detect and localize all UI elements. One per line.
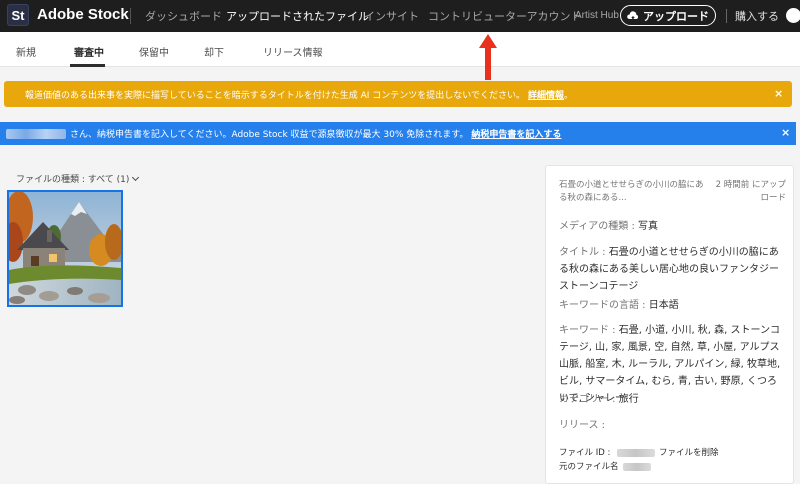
- adobe-stock-logo[interactable]: St: [7, 4, 29, 26]
- close-warning-icon[interactable]: ×: [774, 87, 783, 100]
- file-title-truncated: 石畳の小道とせせらぎの小川の脇にある秋の森にある...: [559, 180, 704, 203]
- tax-text: さん、納税申告書を記入してください。Adobe Stock 収益で源泉徴収が最大…: [70, 130, 469, 140]
- annotation-arrow-icon: [479, 34, 497, 80]
- brand-name[interactable]: Adobe Stock: [37, 6, 129, 23]
- release-field: リリース :: [559, 417, 785, 434]
- upload-timestamp: 2 時間前 にアップロード: [715, 180, 786, 203]
- upload-button[interactable]: アップロード: [620, 5, 716, 26]
- cottage-photo-image: [9, 192, 121, 305]
- original-filename-label: 元のファイル名: [559, 462, 619, 472]
- upload-button-label: アップロード: [643, 9, 709, 23]
- category-value: 旅行: [618, 394, 639, 405]
- file-thumbnail-selected[interactable]: [7, 190, 123, 307]
- nav-uploaded-files[interactable]: アップロードされたファイル: [226, 8, 369, 24]
- keywords-label: キーワード :: [559, 325, 619, 336]
- file-id-field: ファイル ID : ファイルを削除: [559, 447, 785, 460]
- delete-file-link[interactable]: ファイルを削除: [659, 448, 719, 458]
- redacted-file-id: [617, 448, 656, 457]
- media-type-value: 写真: [638, 221, 659, 232]
- media-type-field: メディアの種類 : 写真: [559, 218, 785, 235]
- file-id-label: ファイル ID :: [559, 448, 614, 458]
- tab-on-hold[interactable]: 保留中: [139, 44, 169, 59]
- media-type-label: メディアの種類 :: [559, 221, 639, 232]
- tab-rejected[interactable]: 却下: [204, 44, 224, 59]
- nav-insights[interactable]: インサイト: [364, 8, 419, 24]
- tax-form-banner: さん、納税申告書を記入してください。Adobe Stock 収益で源泉徴収が最大…: [0, 122, 796, 145]
- active-tab-indicator: [70, 64, 105, 67]
- buy-link[interactable]: 購入する: [735, 8, 779, 24]
- tab-new[interactable]: 新規: [16, 44, 36, 59]
- keyword-language-field: キーワードの言語 : 日本語: [559, 297, 785, 314]
- category-label: カテゴリー :: [559, 394, 619, 405]
- keyword-language-label: キーワードの言語 :: [559, 300, 649, 311]
- status-tabs: 新規 審査中 保留中 却下 リリース情報: [0, 32, 800, 67]
- tab-releases[interactable]: リリース情報: [263, 44, 323, 59]
- learn-more-link[interactable]: 詳細情報: [528, 88, 564, 101]
- ai-content-warning-banner: 報道価値のある出来事を実際に描写していることを暗示するタイトルを付けた生成 AI…: [4, 81, 792, 107]
- user-avatar[interactable]: [786, 8, 800, 23]
- nav-artist-hub[interactable]: Artist Hub: [575, 10, 619, 21]
- file-details-panel: 石畳の小道とせせらぎの小川の脇にある秋の森にある... 2 時間前 にアップロー…: [545, 165, 794, 484]
- file-type-filter-label: ファイルの種類 : すべて (1): [16, 175, 130, 185]
- nav-dashboard[interactable]: ダッシュボード: [145, 8, 222, 24]
- warning-text: 報道価値のある出来事を実際に描写していることを暗示するタイトルを付けた生成 AI…: [25, 90, 525, 101]
- title-label: タイトル :: [559, 247, 609, 258]
- tax-form-link[interactable]: 納税申告書を記入する: [471, 127, 561, 140]
- nav-divider: [130, 8, 131, 24]
- chevron-down-icon: [132, 173, 140, 182]
- nav-contributor-account[interactable]: コントリビューターアカウント: [428, 8, 582, 24]
- release-label: リリース :: [559, 420, 606, 431]
- original-filename-field: 元のファイル名: [559, 461, 785, 474]
- file-type-filter[interactable]: ファイルの種類 : すべて (1): [16, 172, 140, 185]
- title-field: タイトル : 石畳の小道とせせらぎの小川の脇にある秋の森にある美しい居心地の良い…: [559, 244, 785, 295]
- top-navigation-bar: St Adobe Stock ダッシュボード アップロードされたファイル インサ…: [0, 0, 800, 32]
- redacted-filename: [622, 462, 651, 471]
- keyword-language-value: 日本語: [648, 300, 679, 311]
- redacted-username: [6, 128, 66, 139]
- close-tax-banner-icon[interactable]: ×: [781, 126, 790, 139]
- cloud-upload-icon: [627, 10, 639, 20]
- nav-divider-right: [726, 9, 727, 23]
- tab-in-review[interactable]: 審査中: [74, 44, 104, 59]
- category-field: カテゴリー : 旅行: [559, 391, 785, 408]
